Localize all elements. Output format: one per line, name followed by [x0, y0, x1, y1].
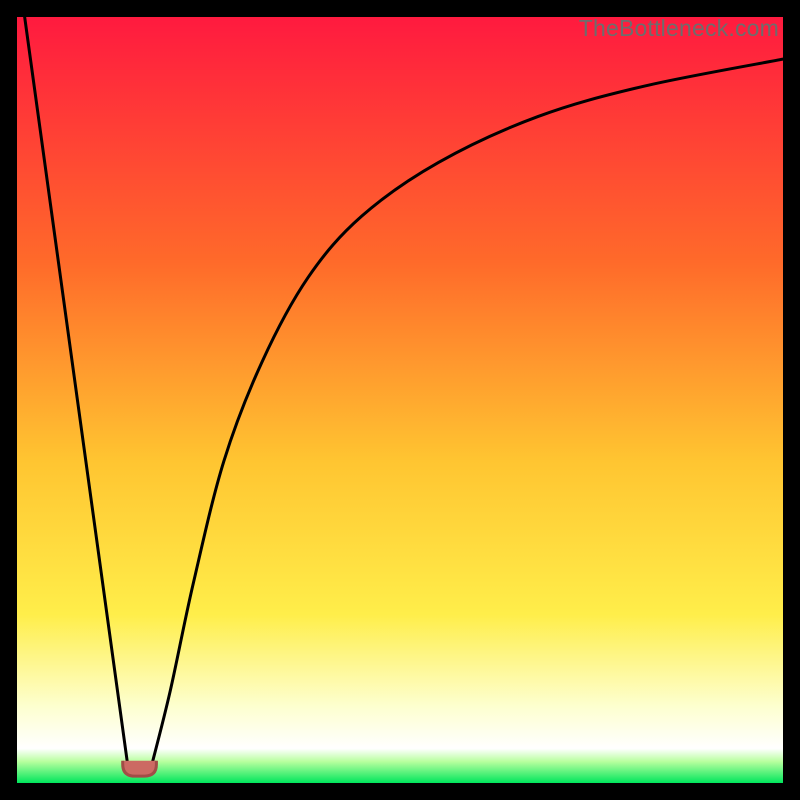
chart-svg — [17, 17, 783, 783]
gradient-background — [17, 17, 783, 783]
chart-frame: TheBottleneck.com — [17, 17, 783, 783]
min-marker — [123, 761, 157, 776]
watermark-text: TheBottleneck.com — [579, 15, 779, 42]
